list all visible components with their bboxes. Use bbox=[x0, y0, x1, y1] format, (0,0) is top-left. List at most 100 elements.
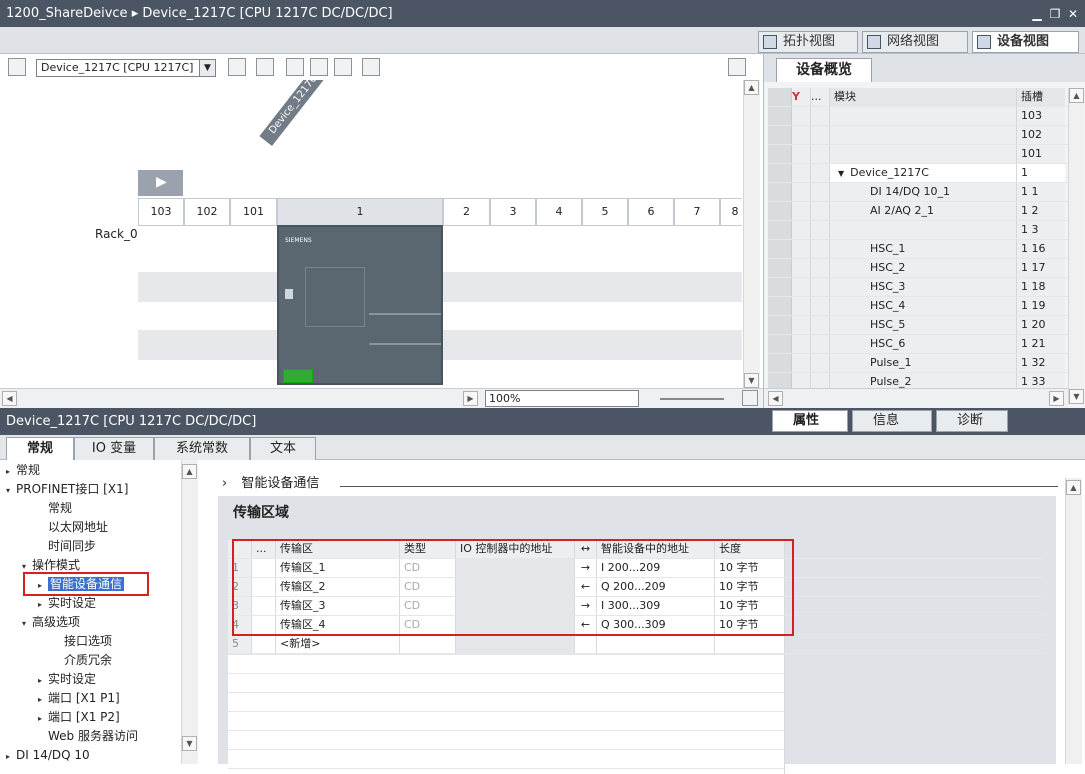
slot-header[interactable]: 5 bbox=[582, 198, 628, 226]
table-row[interactable]: HSC_4 1 19 bbox=[768, 297, 1068, 316]
tree-item[interactable]: ▸ 实时设定 bbox=[0, 594, 180, 613]
zoom-select[interactable]: 100% bbox=[485, 390, 639, 407]
tab-io-tags[interactable]: IO 变量 bbox=[74, 437, 154, 460]
slot-header[interactable]: 6 bbox=[628, 198, 674, 226]
scroll-up-icon[interactable]: ▲ bbox=[182, 464, 197, 479]
slot-header[interactable]: 101 bbox=[230, 198, 277, 226]
layout-icon[interactable] bbox=[728, 58, 746, 76]
table-row[interactable]: DI 14/DQ 10_1 1 1 bbox=[768, 183, 1068, 202]
tree-item[interactable]: 以太网地址 bbox=[0, 518, 180, 537]
tree-item[interactable]: ▸ DI 14/DQ 10 bbox=[0, 746, 180, 764]
tab-device-overview[interactable]: 设备概览 bbox=[776, 58, 872, 82]
overview-vscroll[interactable]: ▲ ▼ bbox=[1068, 88, 1084, 404]
scroll-left-icon[interactable]: ◀ bbox=[2, 391, 17, 406]
scroll-up-icon[interactable]: ▲ bbox=[1069, 88, 1084, 103]
device-tag[interactable]: Device_1217C bbox=[259, 80, 329, 146]
tree-item[interactable]: 介质冗余 bbox=[0, 651, 180, 670]
chevron-down-icon[interactable]: ▼ bbox=[199, 60, 215, 76]
content-vscroll[interactable]: ▲ bbox=[1065, 478, 1082, 764]
slot-header[interactable]: 103 bbox=[138, 198, 184, 226]
zoom-icon[interactable] bbox=[362, 58, 380, 76]
scroll-down-icon[interactable]: ▼ bbox=[744, 373, 759, 388]
expand-icon[interactable]: ▸ bbox=[38, 709, 48, 728]
expand-icon[interactable]: ▼ bbox=[838, 169, 844, 178]
tab-topology-view[interactable]: 拓扑视图 bbox=[758, 31, 858, 53]
tab-network-view[interactable]: 网络视图 bbox=[862, 31, 968, 53]
table-row[interactable]: HSC_2 1 17 bbox=[768, 259, 1068, 278]
filter-icon[interactable]: Y bbox=[792, 88, 811, 106]
overview-hscroll[interactable]: ◀ ▶ bbox=[764, 388, 1068, 408]
expand-icon[interactable]: ▾ bbox=[22, 614, 32, 633]
device-canvas[interactable]: Device_1217C ▶ Rack_0 103 102 101 1 2 3 … bbox=[0, 80, 742, 388]
pin-icon[interactable] bbox=[8, 58, 26, 76]
restore-icon[interactable]: ❐ bbox=[1049, 7, 1061, 21]
name-icon[interactable] bbox=[256, 58, 274, 76]
grid-icon[interactable] bbox=[310, 58, 328, 76]
tree-vscroll[interactable]: ▲ ▼ bbox=[181, 460, 198, 764]
scroll-left-icon[interactable]: ◀ bbox=[768, 391, 783, 406]
table-row[interactable]: HSC_5 1 20 bbox=[768, 316, 1068, 335]
close-icon[interactable]: ✕ bbox=[1067, 7, 1079, 21]
tree-item[interactable]: 时间同步 bbox=[0, 537, 180, 556]
canvas-hscroll[interactable]: ◀ ▶ 100% bbox=[0, 388, 763, 408]
tree-item[interactable]: ▸ 端口 [X1 P2] bbox=[0, 708, 180, 727]
overview-icon[interactable] bbox=[742, 390, 758, 406]
tab-diagnostics[interactable]: 诊断 bbox=[936, 410, 1008, 432]
tree-item[interactable]: 常规 bbox=[0, 499, 180, 518]
table-row[interactable]: HSC_3 1 18 bbox=[768, 278, 1068, 297]
tab-texts[interactable]: 文本 bbox=[250, 437, 316, 460]
scroll-up-icon[interactable]: ▲ bbox=[744, 80, 759, 95]
tree-item[interactable]: Web 服务器访问 bbox=[0, 727, 180, 746]
expand-icon[interactable]: ▸ bbox=[38, 690, 48, 709]
table-row[interactable]: AI 2/AQ 2_1 1 2 bbox=[768, 202, 1068, 221]
expand-icon[interactable]: ▾ bbox=[6, 481, 16, 500]
fit-icon[interactable] bbox=[228, 58, 246, 76]
rack-collapse-button[interactable]: ▶ bbox=[138, 170, 183, 196]
tab-properties[interactable]: 属性 bbox=[772, 410, 848, 432]
ethernet-port-icon[interactable] bbox=[283, 369, 313, 383]
slot-header[interactable]: 2 bbox=[443, 198, 490, 226]
scroll-down-icon[interactable]: ▼ bbox=[1069, 389, 1084, 404]
expand-icon[interactable]: ▸ bbox=[38, 595, 48, 614]
table-row[interactable]: ▼ Device_1217C 1 bbox=[768, 164, 1068, 183]
expand-icon[interactable]: ▸ bbox=[6, 462, 16, 481]
slot-header[interactable]: 1 bbox=[277, 198, 443, 226]
tree-item[interactable]: ▾ 高级选项 bbox=[0, 613, 180, 632]
table-row[interactable]: 102 bbox=[768, 126, 1068, 145]
zoom-slider[interactable] bbox=[660, 398, 724, 400]
minimize-icon[interactable]: ▁ bbox=[1031, 7, 1043, 21]
scroll-down-icon[interactable]: ▼ bbox=[182, 736, 197, 751]
scroll-right-icon[interactable]: ▶ bbox=[463, 391, 478, 406]
table-row[interactable]: 101 bbox=[768, 145, 1068, 164]
scroll-right-icon[interactable]: ▶ bbox=[1049, 391, 1064, 406]
expand-icon[interactable]: ▸ bbox=[6, 747, 16, 764]
slot-header[interactable]: 4 bbox=[536, 198, 582, 226]
device-select[interactable]: Device_1217C [CPU 1217C] ▼ bbox=[36, 59, 216, 77]
eye-icon[interactable] bbox=[286, 58, 304, 76]
tab-system-constants[interactable]: 系统常数 bbox=[154, 437, 250, 460]
tree-item[interactable]: 接口选项 bbox=[0, 632, 180, 651]
table-row[interactable]: 103 bbox=[768, 107, 1068, 126]
canvas-vscroll[interactable]: ▲ ▼ bbox=[743, 80, 760, 388]
table-icon[interactable] bbox=[334, 58, 352, 76]
cpu-module[interactable]: SIEMENS bbox=[277, 225, 443, 385]
tree-item[interactable]: ▸ 实时设定 bbox=[0, 670, 180, 689]
slot-header[interactable]: 102 bbox=[184, 198, 230, 226]
table-row[interactable]: HSC_6 1 21 bbox=[768, 335, 1068, 354]
tree-item[interactable]: ▸ 常规 bbox=[0, 461, 180, 480]
expand-icon[interactable]: ▸ bbox=[38, 671, 48, 690]
slot-header[interactable]: 3 bbox=[490, 198, 536, 226]
slot-header[interactable]: 8 bbox=[720, 198, 742, 226]
tree-item[interactable]: ▸ 端口 [X1 P1] bbox=[0, 689, 180, 708]
slot-header[interactable]: 7 bbox=[674, 198, 720, 226]
tree-item[interactable]: ▾ PROFINET接口 [X1] bbox=[0, 480, 180, 499]
scroll-up-icon[interactable]: ▲ bbox=[1066, 480, 1081, 495]
table-row[interactable]: 1 3 bbox=[768, 221, 1068, 240]
highlight-box bbox=[232, 539, 794, 636]
tab-device-view[interactable]: 设备视图 bbox=[972, 31, 1079, 53]
table-row[interactable]: Pulse_1 1 32 bbox=[768, 354, 1068, 373]
new-row[interactable]: 5 <新增> bbox=[228, 635, 1043, 654]
table-row[interactable]: HSC_1 1 16 bbox=[768, 240, 1068, 259]
tab-info[interactable]: 信息 bbox=[852, 410, 932, 432]
tab-general[interactable]: 常规 bbox=[6, 437, 74, 460]
